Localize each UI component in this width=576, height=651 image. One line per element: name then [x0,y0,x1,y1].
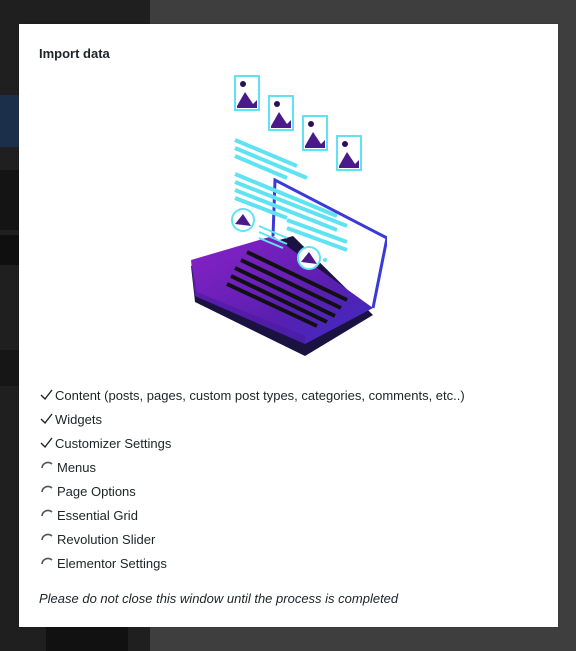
import-step-label: Elementor Settings [57,555,167,571]
check-icon [39,435,55,451]
spinner-icon [39,555,55,571]
import-step-label: Menus [57,459,97,475]
import-data-modal: Import data Content (posts, pages, custo… [19,24,558,627]
do-not-close-notice: Please do not close this window until th… [39,591,399,606]
import-step-label: Revolution Slider [57,531,156,547]
import-step-label: Content (posts, pages, custom post types… [55,387,465,403]
import-step-content: Content (posts, pages, custom post types… [39,383,465,407]
import-step-label: Widgets [55,411,102,427]
import-step-page-options: Page Options [39,479,465,503]
laptop-import-illustration [187,70,389,360]
check-icon [39,411,55,427]
background-bottom-block [46,626,128,651]
import-step-label: Customizer Settings [55,435,172,451]
import-steps-list: Content (posts, pages, custom post types… [39,383,465,575]
import-step-elementor-settings: Elementor Settings [39,551,465,575]
import-step-revolution-slider: Revolution Slider [39,527,465,551]
spinner-icon [39,531,55,547]
modal-title: Import data [39,46,110,61]
import-step-widgets: Widgets [39,407,465,431]
import-step-customizer-settings: Customizer Settings [39,431,465,455]
import-step-menus: Menus [39,455,465,479]
import-step-label: Page Options [57,483,136,499]
check-icon [39,387,55,403]
spinner-icon [39,483,55,499]
spinner-icon [39,459,55,475]
import-step-label: Essential Grid [57,507,138,523]
import-step-essential-grid: Essential Grid [39,503,465,527]
spinner-icon [39,507,55,523]
